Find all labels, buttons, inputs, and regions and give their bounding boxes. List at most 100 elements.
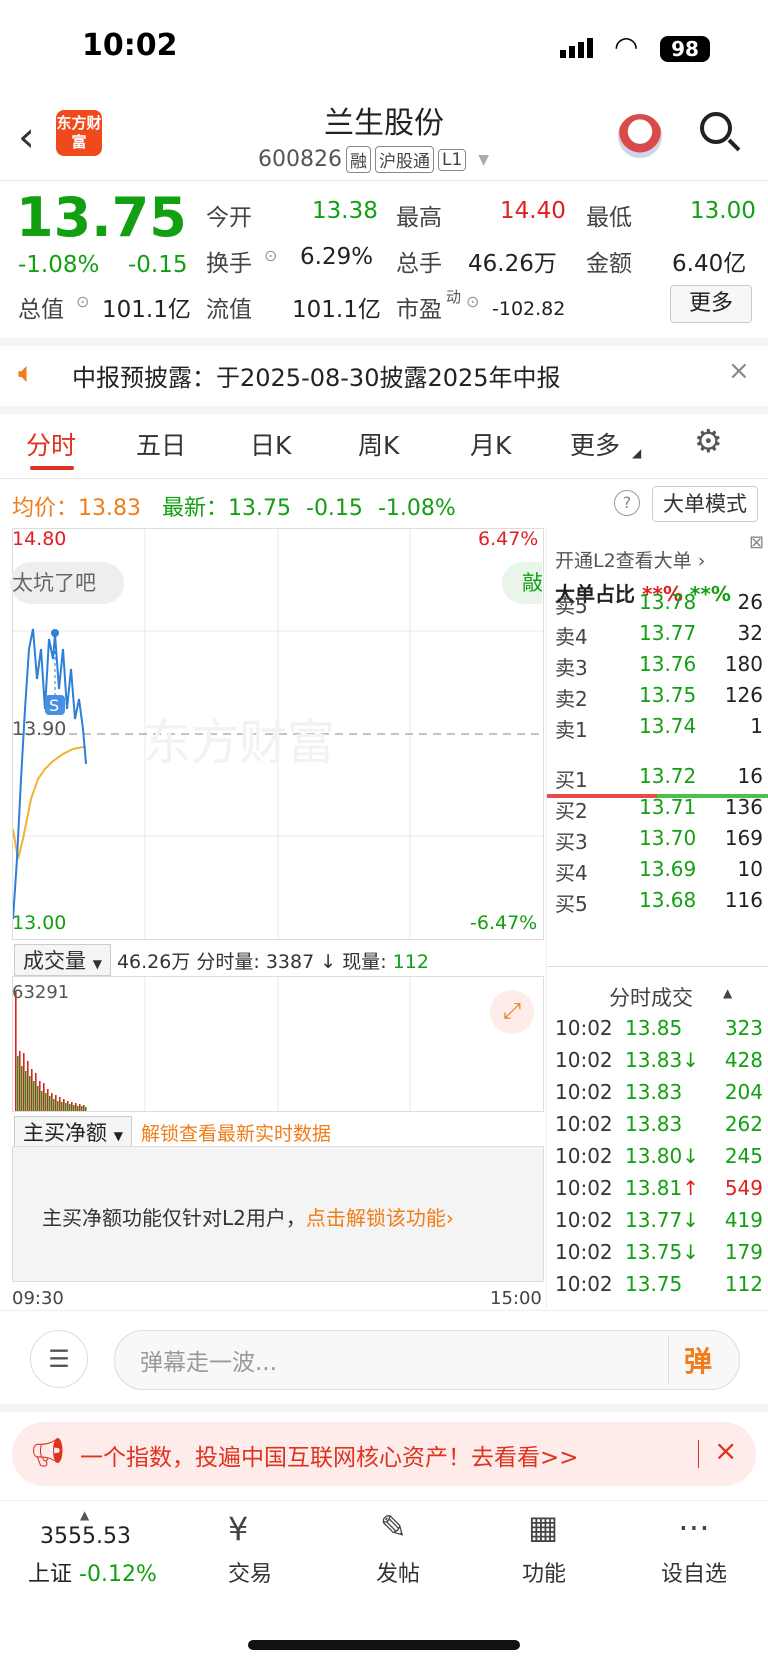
ask-row[interactable]: 卖2 13.75 126	[555, 683, 763, 712]
grid-icon[interactable]: ▦	[528, 1508, 558, 1546]
net-buy-dropdown[interactable]: 主买净额 ▼	[14, 1116, 132, 1148]
ask-row[interactable]: 卖1 13.74 1	[555, 714, 763, 743]
volume-bar	[57, 1101, 59, 1111]
tick-price: 13.83	[625, 1080, 683, 1104]
signal-icon	[560, 38, 593, 58]
search-icon[interactable]	[700, 112, 732, 144]
notice-text[interactable]: 中报预披露：于2025-08-30披露2025年中报	[72, 358, 561, 393]
order-label: 卖1	[555, 718, 588, 742]
index-row[interactable]: 上证 -0.12%	[28, 1556, 157, 1588]
gear-icon[interactable]: ⚙	[694, 422, 723, 460]
volume-bar	[73, 1105, 75, 1111]
danmu-settings-icon[interactable]: ☰	[30, 1330, 88, 1388]
more-info-icon[interactable]: ⊙	[264, 246, 277, 265]
float-cap-value: 101.1亿	[292, 297, 381, 323]
tick-row: 10:02 13.81↑ 549	[555, 1176, 763, 1200]
bid-row[interactable]: 买1 13.72 16	[555, 764, 763, 793]
trade-icon[interactable]: ¥	[228, 1510, 248, 1548]
index-value[interactable]: 3555.53	[40, 1524, 131, 1549]
more-info-icon[interactable]: ⊙	[466, 292, 479, 311]
order-price: 13.70	[639, 826, 697, 850]
tab-monthly-k[interactable]: 月K	[470, 426, 511, 462]
order-label: 卖3	[555, 656, 588, 680]
tick-row: 10:02 13.80↓ 245	[555, 1144, 763, 1168]
more-dots-icon[interactable]: ⋯	[678, 1508, 710, 1546]
volume-bar	[83, 1105, 85, 1111]
bid-row[interactable]: 买2 13.71 136	[555, 795, 763, 824]
volume-bar	[25, 1071, 27, 1111]
ask-row[interactable]: 卖3 13.76 180	[555, 652, 763, 681]
help-icon[interactable]: ?	[614, 490, 640, 516]
net-buy-row: 主买净额 ▼ 解锁查看最新实时数据	[14, 1116, 331, 1148]
volume-bar	[63, 1099, 65, 1111]
tick-volume: 112	[724, 1272, 763, 1296]
tick-volume: 204	[724, 1080, 763, 1104]
tick-price: 13.77↓	[625, 1208, 700, 1232]
caret-up-icon[interactable]: ▲	[723, 986, 732, 1000]
close-icon[interactable]: ×	[728, 356, 750, 386]
robot-avatar-icon[interactable]	[618, 114, 662, 158]
expand-icon[interactable]: ⤢	[490, 990, 534, 1034]
bid-row[interactable]: 买4 13.69 10	[555, 857, 763, 886]
tabbar-function[interactable]: 功能	[494, 1556, 594, 1588]
order-book-panel: 开通L2查看大单 › ⊠ 大单占比 **% **% 卖5 13.78 26 卖4 13.…	[546, 528, 768, 1308]
close-icon[interactable]: ⊠	[749, 532, 764, 553]
tick-arrow: ↓	[682, 1208, 700, 1232]
caret-icon: ◢	[632, 446, 642, 460]
unlock-link[interactable]: 解锁查看最新实时数据	[141, 1123, 331, 1145]
more-info-icon[interactable]: ⊙	[76, 292, 89, 311]
time-end: 15:00	[490, 1288, 542, 1309]
order-volume: 180	[724, 652, 763, 676]
tick-row: 10:02 13.75 112	[555, 1272, 763, 1296]
tab-weekly-k[interactable]: 周K	[358, 426, 399, 462]
volume-bar	[45, 1093, 47, 1111]
tick-arrow: ↓	[682, 1144, 700, 1168]
compose-icon[interactable]: ✎	[380, 1508, 407, 1546]
tick-volume: 549	[724, 1176, 763, 1200]
volume-bar	[17, 1056, 19, 1111]
net-buy-unlock-link[interactable]: 点击解锁该功能›	[306, 1206, 454, 1230]
tab-underline	[30, 466, 74, 470]
bid-row[interactable]: 买5 13.68 116	[555, 888, 763, 917]
ask-row[interactable]: 卖5 13.78 26	[555, 590, 763, 619]
l2-promo[interactable]: 开通L2查看大单 ›	[555, 546, 705, 573]
turnover-label: 换手	[206, 251, 252, 277]
tick-price: 13.80↓	[625, 1144, 700, 1168]
tab-five-day[interactable]: 五日	[136, 426, 186, 462]
volume-bar	[77, 1106, 79, 1111]
caret-up-icon: ▲	[80, 1508, 90, 1522]
bid-row[interactable]: 买3 13.70 169	[555, 826, 763, 855]
chevron-down-icon[interactable]: ▼	[478, 152, 489, 168]
tab-daily-k[interactable]: 日K	[250, 426, 291, 462]
big-order-mode-button[interactable]: 大单模式	[652, 486, 758, 522]
ask-row[interactable]: 卖4 13.77 32	[555, 621, 763, 650]
market-cap-label: 总值	[18, 297, 64, 323]
danmu-bubble[interactable]: 太坑了吧	[10, 562, 124, 604]
change-amount: -0.15	[128, 252, 188, 278]
danmu-bubble-right[interactable]: 敲	[502, 562, 542, 604]
speaker-icon: 🔈︎	[18, 356, 35, 389]
danmu-send-button[interactable]: 弹	[684, 1340, 712, 1380]
more-button[interactable]: 更多	[670, 285, 752, 323]
tick-row: 10:02 13.83 262	[555, 1112, 763, 1136]
net-buy-dropdown-label: 主买净额	[23, 1121, 107, 1145]
tabbar-trade[interactable]: 交易	[200, 1556, 300, 1588]
tabbar-post[interactable]: 发帖	[348, 1556, 448, 1588]
tag-margin: 融	[345, 146, 371, 173]
tick-row: 10:02 13.83 204	[555, 1080, 763, 1104]
order-label: 买2	[555, 799, 588, 823]
volume-bar	[41, 1091, 43, 1111]
order-volume: 136	[724, 795, 763, 819]
megaphone-icon: 📢︎	[30, 1436, 66, 1469]
volume-chart[interactable]	[12, 976, 544, 1112]
tick-volume: 179	[724, 1240, 763, 1264]
s-marker: S	[49, 696, 59, 715]
tab-intraday[interactable]: 分时	[26, 426, 76, 462]
ad-text[interactable]: 一个指数，投遍中国互联网核心资产！去看看>>	[80, 1438, 579, 1472]
tick-volume: 419	[724, 1208, 763, 1232]
tabbar-watchlist[interactable]: 设自选	[644, 1556, 744, 1588]
tab-more[interactable]: 更多	[570, 426, 620, 462]
float-cap-label: 流值	[206, 297, 252, 323]
volume-dropdown[interactable]: 成交量 ▼	[14, 944, 111, 976]
close-icon[interactable]: ×	[714, 1434, 737, 1467]
